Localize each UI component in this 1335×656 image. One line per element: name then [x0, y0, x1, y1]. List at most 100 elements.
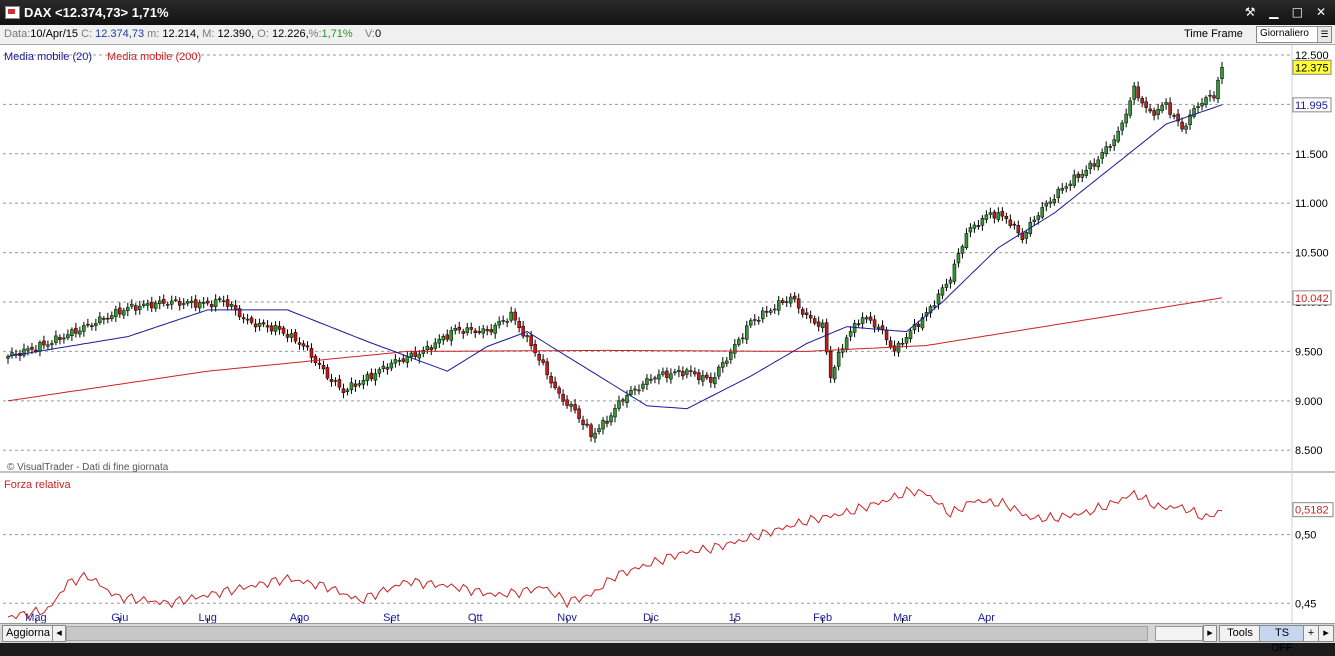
candle-body [581, 419, 585, 425]
candle-body [169, 300, 174, 305]
candle-body [349, 382, 354, 390]
candle-body [633, 388, 637, 391]
candle-body [1100, 152, 1104, 159]
legend-ma200: Media mobile (200) [107, 51, 201, 63]
scrollbar-thumb[interactable] [1155, 626, 1203, 641]
scroll-left-icon[interactable]: ◂ [52, 625, 66, 642]
candle-body [293, 332, 298, 342]
candle-body [309, 348, 314, 358]
candle-body [948, 279, 953, 284]
minimize-icon[interactable]: ▁ [1264, 3, 1284, 21]
candle-body [437, 338, 442, 344]
candle-body [261, 322, 266, 325]
candle-body [709, 376, 713, 383]
candle-body [265, 325, 270, 328]
candle-body [1208, 94, 1212, 97]
price-y-tick-label: 9.500 [1295, 346, 1323, 358]
candle-body [972, 224, 977, 229]
candle-body [788, 296, 793, 304]
candle-body [565, 399, 569, 406]
open-key: O: [257, 28, 269, 40]
close-icon[interactable]: ✕ [1311, 3, 1331, 21]
price-badge-label: 12.375 [1295, 62, 1329, 74]
candle-body [988, 212, 993, 215]
candle-body [1012, 223, 1017, 226]
add-button[interactable]: + [1303, 625, 1319, 642]
dropdown-menu-icon[interactable]: ☰ [1317, 27, 1331, 42]
candle-body [86, 323, 90, 326]
candle-body [533, 344, 537, 354]
ts-off-button[interactable]: TS OFF [1259, 625, 1305, 654]
candle-body [940, 287, 945, 296]
candle-body [150, 301, 154, 309]
candle-body [205, 300, 210, 304]
chart-area[interactable]: 8.5009.0009.50010.00010.50011.00011.5001… [0, 45, 1335, 624]
min-key: m: [147, 28, 160, 40]
candle-body [617, 400, 621, 409]
x-tick-label: Ott [468, 612, 483, 623]
more-icon[interactable]: ▸ [1318, 625, 1334, 642]
candle-body [405, 356, 410, 363]
horizontal-scrollbar[interactable] [66, 626, 1148, 641]
candle-body [1064, 186, 1069, 189]
candle-body [816, 321, 821, 327]
candle-body [589, 424, 593, 437]
maximize-icon[interactable]: □ [1287, 3, 1307, 21]
candle-body [94, 323, 98, 326]
candle-body [936, 293, 941, 305]
candle-body [1088, 162, 1092, 170]
close-value: 12.374,73 [95, 28, 145, 40]
candle-body [189, 300, 194, 304]
candle-body [561, 394, 565, 402]
legend-ma20: Media mobile (20) [4, 51, 92, 63]
candle-body [653, 377, 657, 380]
chart-canvas[interactable]: 8.5009.0009.50010.00010.50011.00011.5001… [0, 45, 1335, 624]
timeframe-select[interactable]: Giornaliero ☰ [1256, 26, 1332, 43]
candle-body [1008, 219, 1013, 226]
candle-body [241, 317, 246, 320]
candle-body [872, 319, 877, 328]
tools-icon[interactable]: ⚒ [1240, 3, 1260, 21]
candle-body [493, 325, 497, 334]
watermark-text: © VisualTrader - Dati di fine giornata [7, 462, 169, 473]
candle-body [50, 343, 54, 345]
candle-body [1168, 102, 1172, 115]
candle-body [321, 364, 326, 370]
candle-body [461, 331, 465, 334]
candle-body [964, 233, 969, 248]
candle-body [473, 330, 477, 334]
price-y-tick-label: 11.500 [1295, 149, 1328, 161]
candle-body [445, 334, 450, 340]
candle-body [221, 300, 226, 302]
candle-body [229, 304, 234, 307]
candle-body [757, 320, 761, 322]
candle-body [1172, 115, 1176, 117]
candle-body [425, 345, 430, 350]
candle-body [465, 327, 469, 333]
candle-body [689, 370, 693, 372]
candle-body [796, 298, 801, 309]
candle-body [134, 305, 138, 311]
x-tick-label: Mar [893, 612, 912, 623]
scroll-right-icon[interactable]: ▸ [1203, 625, 1217, 642]
candle-body [213, 299, 218, 307]
candle-body [217, 298, 222, 301]
candle-body [629, 390, 633, 395]
candle-body [373, 373, 378, 381]
candle-body [62, 337, 66, 340]
candle-body [665, 370, 669, 378]
candle-body [469, 327, 473, 330]
candle-body [1216, 79, 1220, 100]
timeframe-selected: Giornaliero [1260, 28, 1309, 39]
candle-body [1144, 101, 1148, 108]
candle-body [1120, 122, 1124, 131]
refresh-button[interactable]: Aggiorna [2, 625, 58, 642]
volume-key: V: [364, 28, 375, 40]
tools-button[interactable]: Tools [1219, 625, 1261, 642]
candle-body [717, 366, 721, 377]
candle-body [257, 322, 262, 327]
candle-body [501, 320, 505, 322]
legend-relative-strength: Forza relativa [4, 479, 72, 491]
candle-body [66, 334, 70, 339]
candle-body [745, 325, 749, 340]
